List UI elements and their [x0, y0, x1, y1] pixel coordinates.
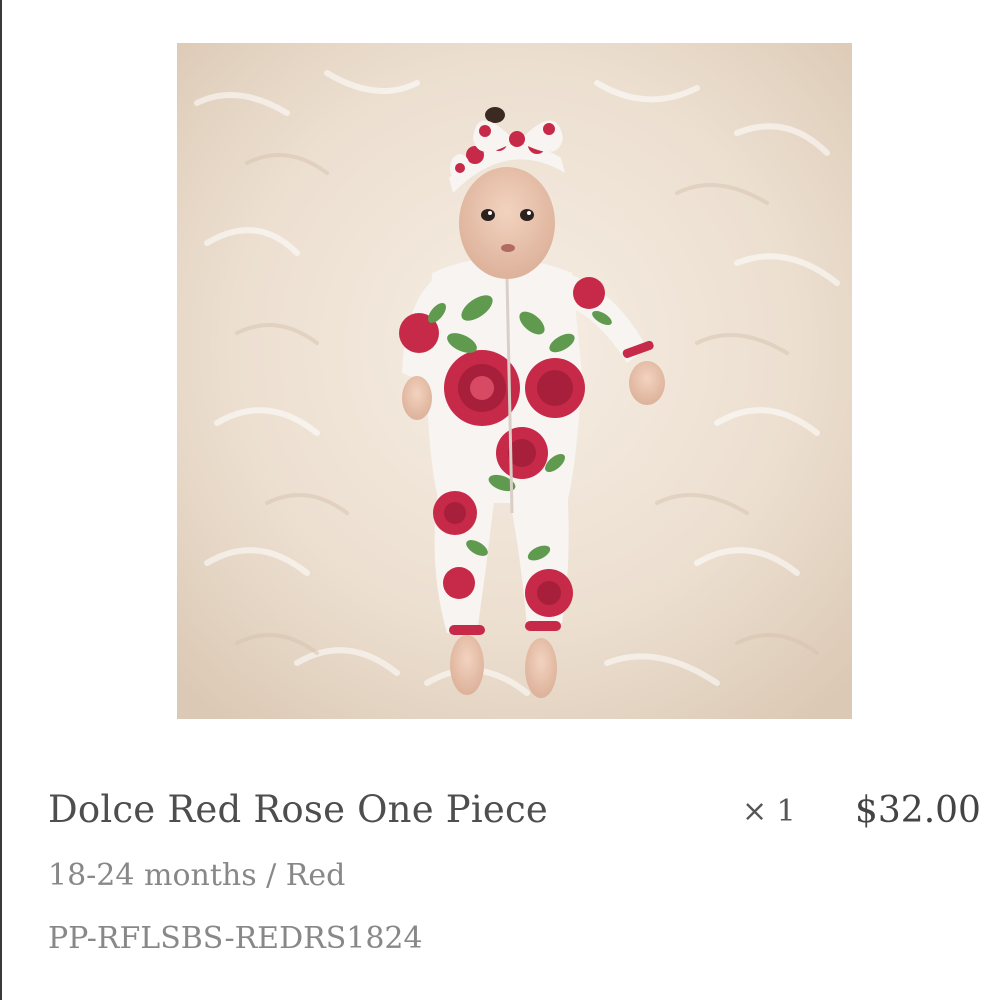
baby-in-floral-onesie-illustration — [177, 43, 852, 719]
left-edge-border — [0, 0, 2, 1000]
product-image[interactable] — [177, 43, 852, 719]
price-label: $32.00 — [855, 790, 981, 831]
sku-label: PP-RFLSBS-REDRS1824 — [48, 921, 423, 956]
product-title: Dolce Red Rose One Piece — [48, 788, 549, 831]
quantity-label: × 1 — [742, 794, 796, 829]
variant-label: 18-24 months / Red — [48, 858, 346, 893]
